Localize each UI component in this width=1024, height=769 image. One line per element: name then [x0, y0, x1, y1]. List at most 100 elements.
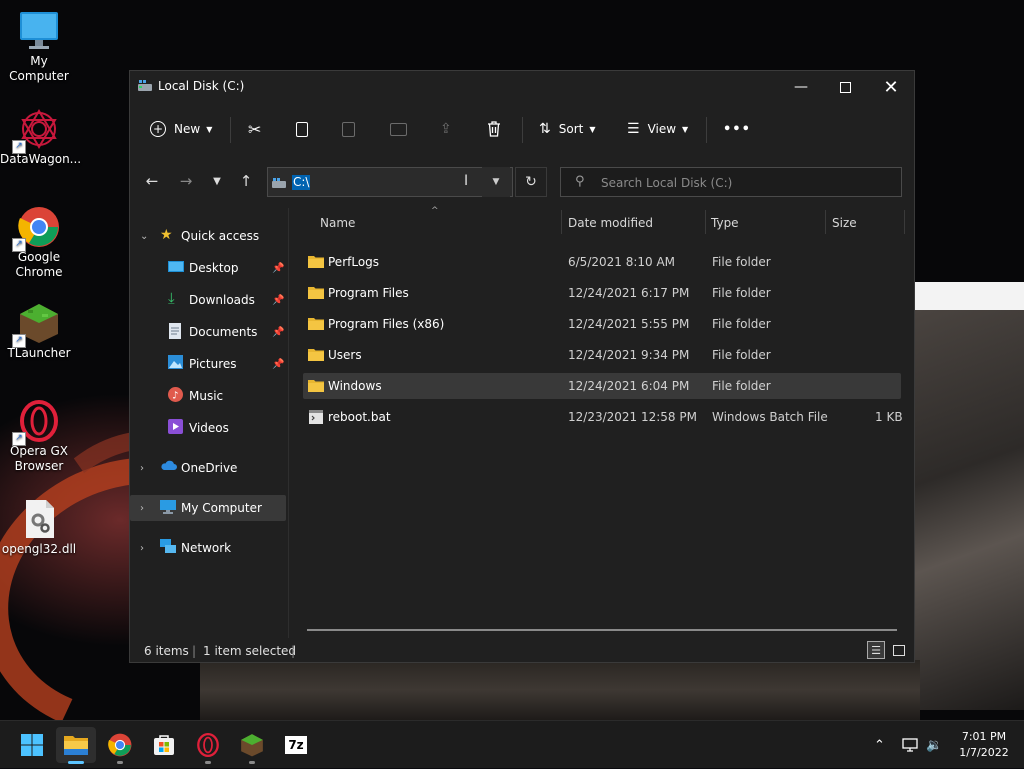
paste-button[interactable]	[342, 115, 355, 143]
delete-button[interactable]	[487, 115, 501, 143]
desktop-icon-label: My Computer	[9, 54, 69, 83]
taskbar-tlauncher[interactable]	[232, 727, 272, 764]
sidebar-item-quick-access[interactable]: ⌄ ★ Quick access	[130, 223, 286, 249]
up-button[interactable]: ↑	[232, 167, 260, 195]
close-button[interactable]: ✕	[868, 71, 914, 103]
title-bar[interactable]: Local Disk (C:) — ✕	[130, 71, 914, 103]
sort-icon: ⇅	[539, 121, 551, 137]
sidebar-item-onedrive[interactable]: › OneDrive	[130, 455, 286, 481]
cloud-icon	[160, 460, 177, 476]
sort-ascending-icon: ^	[431, 206, 439, 216]
column-header-type[interactable]: Type	[711, 216, 739, 236]
taskbar-opera-gx[interactable]	[188, 727, 228, 764]
opera-gx-icon	[197, 733, 219, 757]
arrow-up-icon: ↑	[239, 172, 253, 190]
back-button[interactable]: ←	[138, 167, 166, 195]
address-text: C:\	[292, 175, 311, 190]
shortcut-arrow-icon: ↗	[12, 432, 26, 446]
sidebar-item-desktop[interactable]: Desktop 📌	[130, 255, 286, 281]
share-button[interactable]: ⇪	[440, 115, 452, 143]
sidebar-item-downloads[interactable]: ⤓ Downloads 📌	[130, 287, 286, 313]
view-button[interactable]: ☰ View ▼	[627, 115, 688, 143]
address-bar[interactable]: C:\ I	[267, 167, 513, 197]
desktop-icon-opengl32[interactable]: opengl32.dll	[0, 498, 78, 557]
chevron-right-icon: ›	[140, 542, 144, 554]
file-type: File folder	[712, 317, 771, 331]
copy-icon	[296, 121, 308, 137]
file-row[interactable]: PerfLogs 6/5/2021 8:10 AM File folder	[303, 249, 901, 275]
taskbar-file-explorer[interactable]	[56, 727, 96, 764]
maximize-button[interactable]	[822, 71, 868, 103]
videos-icon	[168, 419, 184, 435]
desktop-icon-datawagon[interactable]: ↗ DataWagon...	[0, 108, 81, 167]
sidebar-item-label: Quick access	[181, 229, 260, 243]
taskbar-store[interactable]	[144, 727, 184, 763]
desktop-icon-chrome[interactable]: ↗ Google Chrome	[0, 206, 78, 280]
column-header-date[interactable]: Date modified	[568, 216, 653, 236]
sidebar-item-network[interactable]: › Network	[130, 535, 286, 561]
sidebar-item-label: My Computer	[181, 501, 262, 515]
chevron-down-icon: ▼	[589, 124, 596, 134]
new-button[interactable]: + New ▼	[150, 115, 212, 143]
download-icon: ⤓	[168, 289, 175, 307]
chevron-down-icon: ▼	[682, 124, 689, 134]
shortcut-arrow-icon: ↗	[12, 140, 26, 154]
cut-button[interactable]: ✂	[248, 115, 261, 143]
column-header-size[interactable]: Size	[832, 216, 857, 236]
file-list: ^ Name Date modified Type Size PerfLogs …	[289, 206, 916, 638]
command-bar: + New ▼ ✂ ⇪ ⇅ Sort ▼ ☰ View ▼ •••	[130, 105, 914, 153]
sort-button[interactable]: ⇅ Sort ▼	[539, 115, 596, 143]
tiles-view-button[interactable]	[890, 641, 908, 659]
column-divider[interactable]	[705, 210, 706, 234]
start-icon	[21, 734, 43, 756]
desktop-icon-my-computer[interactable]: My Computer	[0, 10, 78, 84]
file-name: PerfLogs	[328, 255, 380, 269]
show-hidden-icons-button[interactable]: ⌃	[874, 721, 885, 769]
sidebar-item-videos[interactable]: Videos	[130, 415, 286, 441]
chevron-down-icon: ▼	[206, 124, 213, 134]
volume-button[interactable]: 🔉	[926, 721, 942, 769]
copy-button[interactable]	[296, 115, 308, 143]
address-dropdown-button[interactable]: ▼	[482, 167, 510, 197]
rename-icon	[390, 122, 407, 136]
network-tray-button[interactable]	[902, 721, 918, 769]
column-header-name[interactable]: Name	[320, 216, 355, 236]
folder-icon	[308, 286, 324, 299]
column-divider[interactable]	[825, 210, 826, 234]
sidebar-item-pictures[interactable]: Pictures 📌	[130, 351, 286, 377]
refresh-button[interactable]: ↻	[515, 167, 547, 197]
taskbar-7zip[interactable]: 7z	[276, 727, 316, 763]
details-view-button[interactable]: ☰	[867, 641, 885, 659]
file-row[interactable]: reboot.bat 12/23/2021 12:58 PM Windows B…	[303, 404, 903, 430]
more-options-button[interactable]: •••	[723, 115, 751, 143]
start-button[interactable]	[12, 727, 52, 763]
file-name: Windows	[328, 379, 382, 393]
opera-gx-icon: ↗	[12, 400, 60, 446]
sidebar-item-documents[interactable]: Documents 📌	[130, 319, 286, 345]
desktop-icon-opera-gx[interactable]: ↗ Opera GX Browser	[0, 400, 78, 474]
desktop-icon-tlauncher[interactable]: ↗ TLauncher	[0, 302, 78, 361]
folder-icon	[308, 255, 324, 268]
file-row[interactable]: Users 12/24/2021 9:34 PM File folder	[303, 342, 901, 368]
file-row[interactable]: Program Files 12/24/2021 6:17 PM File fo…	[303, 280, 901, 306]
plus-circle-icon: +	[150, 121, 166, 137]
chevron-right-icon: ›	[140, 462, 144, 474]
recent-locations-button[interactable]: ▼	[203, 167, 231, 195]
sidebar-item-music[interactable]: ♪ Music	[130, 383, 286, 409]
forward-button[interactable]: →	[172, 167, 200, 195]
chevron-right-icon: ›	[140, 502, 144, 514]
search-box[interactable]: ⚲ Search Local Disk (C:)	[560, 167, 902, 197]
minimize-button[interactable]: —	[778, 71, 824, 103]
rename-button[interactable]	[390, 115, 407, 143]
column-divider[interactable]	[904, 210, 905, 234]
sidebar-item-my-computer[interactable]: › My Computer	[130, 495, 286, 521]
taskbar: 7z ⌃ 🔉 7:01 PM 1/7/2022	[0, 720, 1024, 768]
file-row[interactable]: Program Files (x86) 12/24/2021 5:55 PM F…	[303, 311, 901, 337]
sidebar-item-label: Music	[189, 389, 224, 403]
refresh-icon: ↻	[525, 174, 537, 190]
file-row-selected[interactable]: Windows 12/24/2021 6:04 PM File folder	[303, 373, 901, 399]
column-divider[interactable]	[561, 210, 562, 234]
taskbar-chrome[interactable]	[100, 727, 140, 764]
clock[interactable]: 7:01 PM 1/7/2022	[950, 729, 1018, 761]
horizontal-scrollbar[interactable]	[307, 629, 897, 631]
